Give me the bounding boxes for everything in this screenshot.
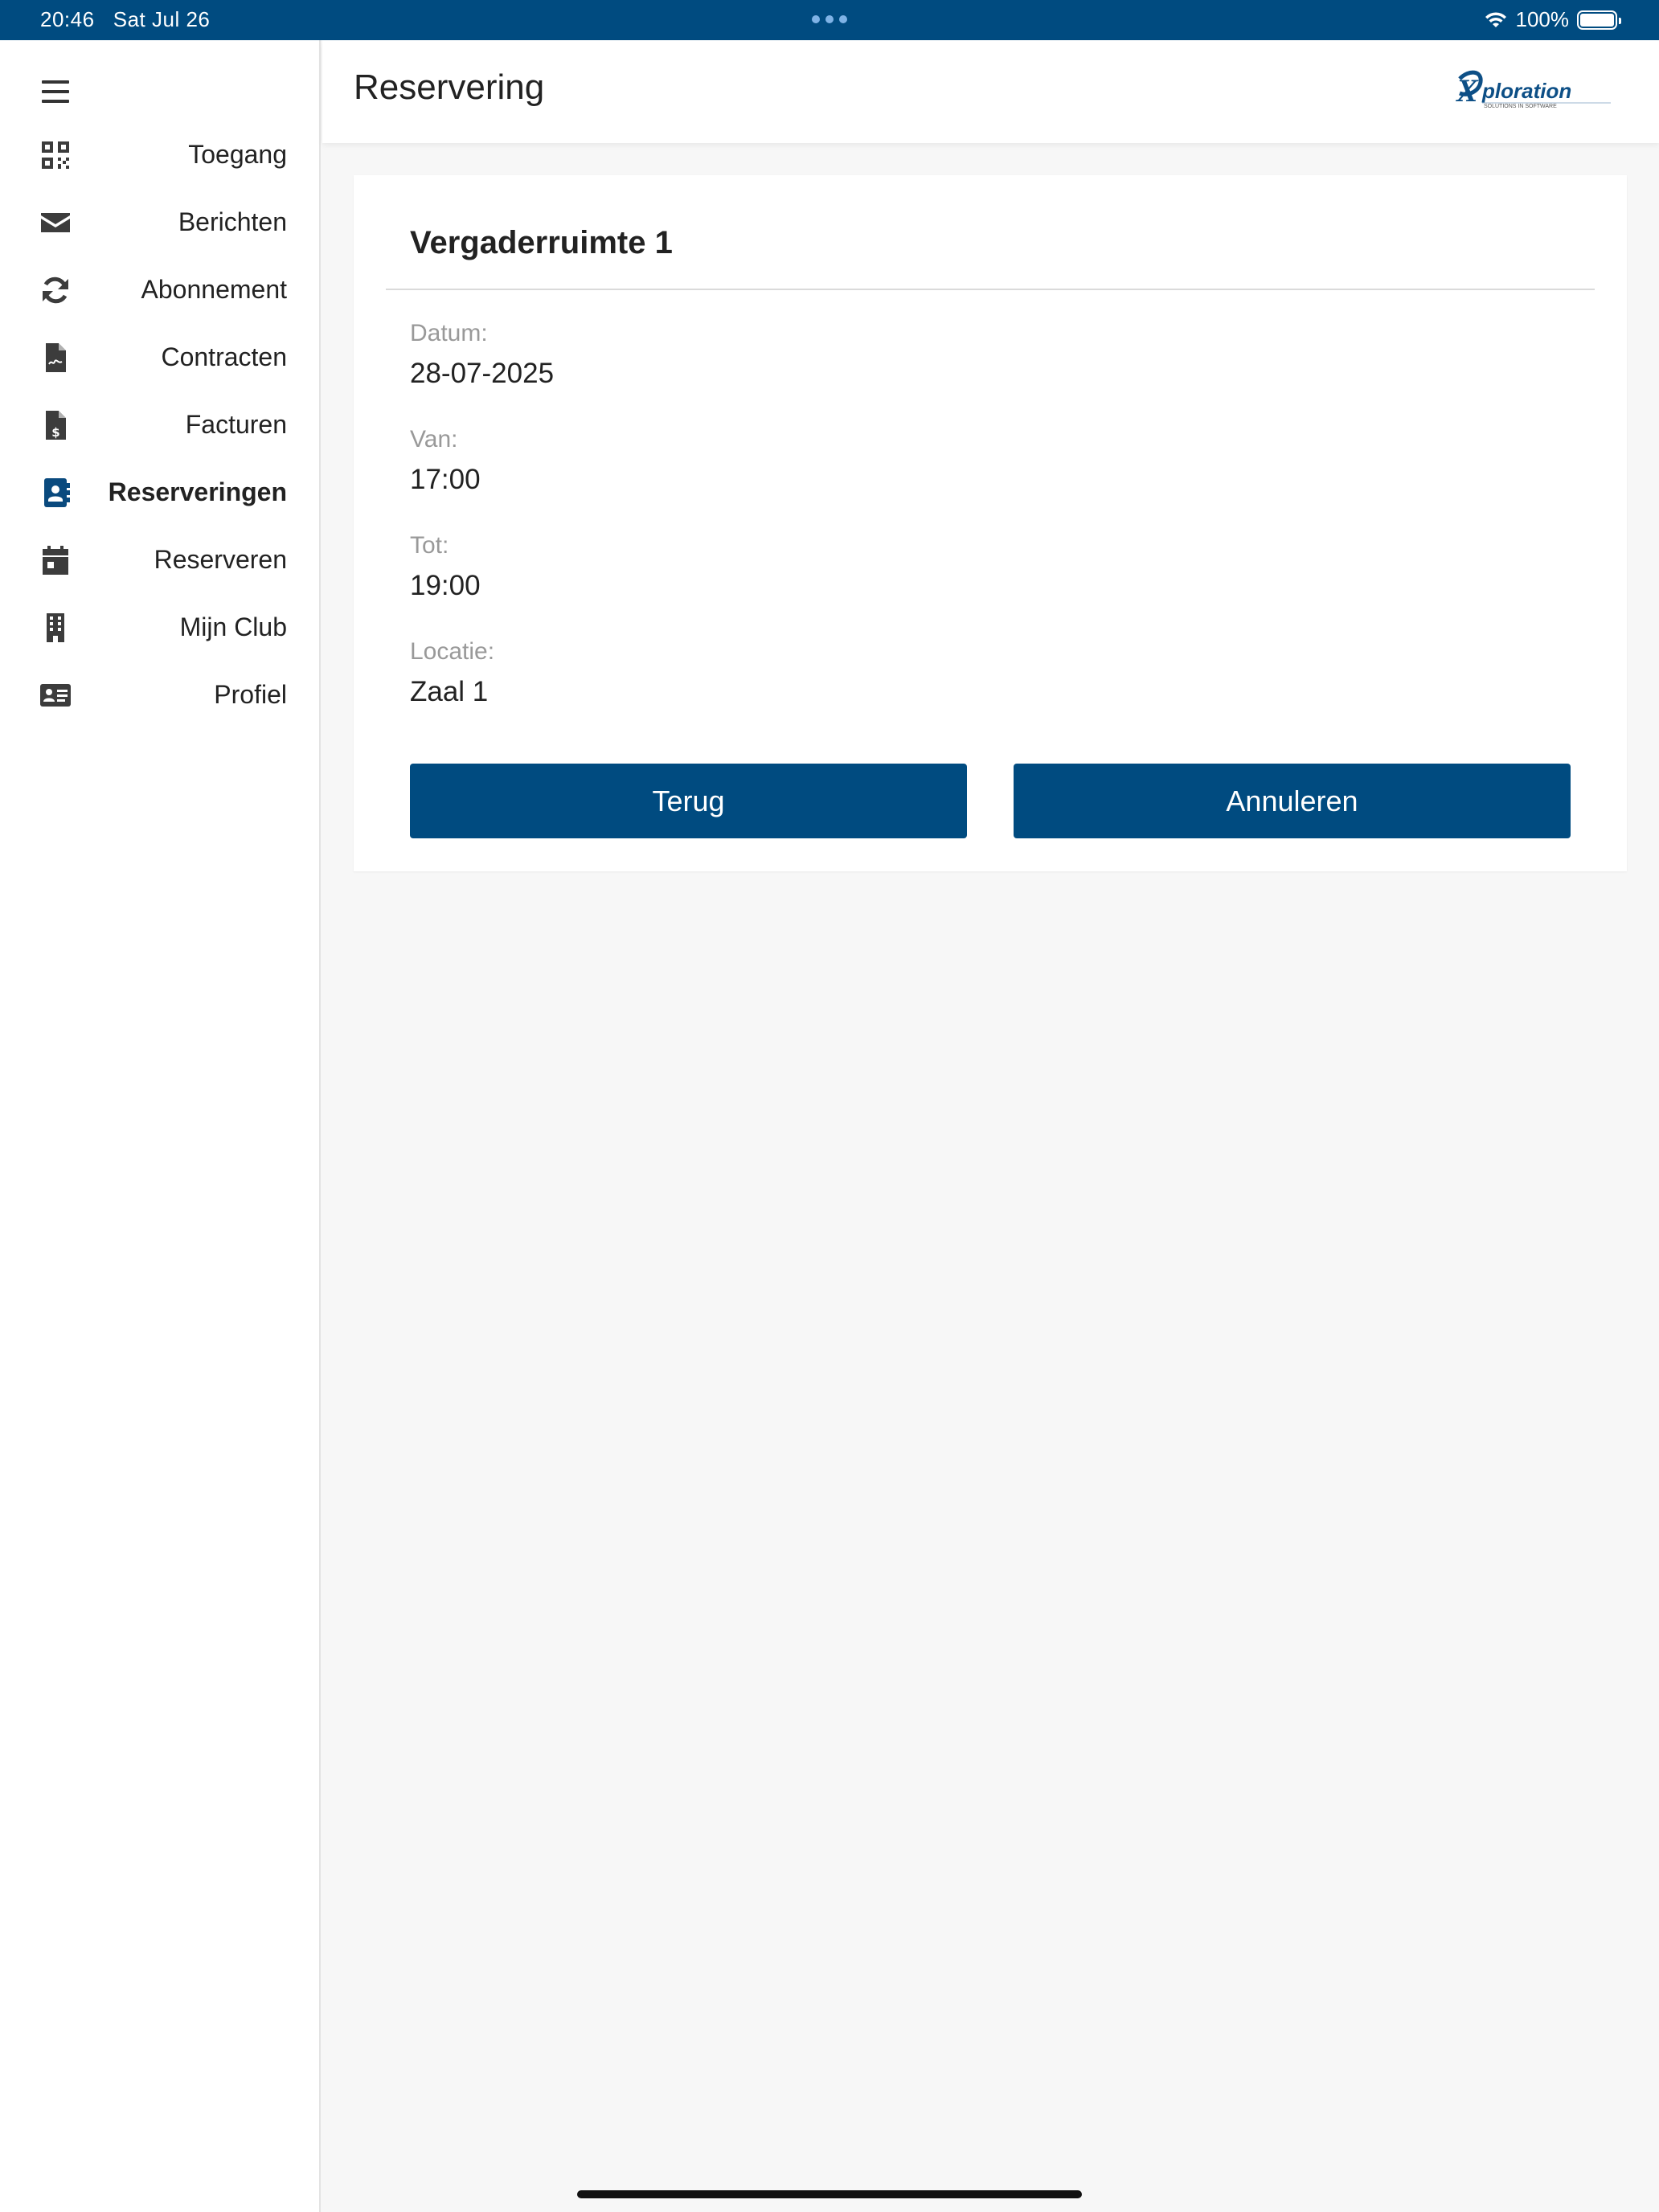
sidebar-item-label: Reserveringen — [108, 477, 287, 506]
location-value: Zaal 1 — [410, 676, 489, 707]
sidebar-item-berichten[interactable]: Berichten — [0, 188, 321, 256]
sidebar-item-label: Toegang — [188, 139, 287, 169]
sidebar-item-reserveringen[interactable]: Reserveringen — [0, 458, 321, 526]
location-label: Locatie: — [410, 638, 495, 665]
id-card-icon — [40, 680, 71, 711]
status-right: 100% — [1484, 7, 1621, 32]
qr-code-icon — [40, 140, 71, 170]
sidebar-item-mijn-club[interactable]: Mijn Club — [0, 593, 321, 661]
divider — [386, 289, 1595, 290]
date-value: 28-07-2025 — [410, 358, 555, 389]
refresh-icon — [40, 275, 71, 305]
sidebar-item-toegang[interactable]: Toegang — [0, 121, 321, 188]
invoice-file-icon: $ — [40, 410, 71, 440]
svg-text:$: $ — [51, 425, 59, 440]
home-indicator[interactable] — [577, 2190, 1082, 2198]
sidebar-item-label: Mijn Club — [179, 612, 287, 641]
envelope-icon — [40, 207, 71, 238]
sidebar-item-label: Facturen — [185, 409, 287, 439]
wifi-icon — [1485, 11, 1506, 27]
battery-icon — [1577, 10, 1621, 30]
sidebar: Toegang Berichten Abonnement Contracten … — [0, 40, 321, 2212]
logo-text: ploration — [1481, 79, 1571, 103]
sidebar-item-label: Profiel — [214, 679, 287, 709]
calendar-icon — [40, 545, 71, 576]
sidebar-item-label: Abonnement — [141, 274, 287, 304]
svg-text:X: X — [1455, 72, 1479, 109]
sidebar-item-profiel[interactable]: Profiel — [0, 661, 321, 728]
sidebar-item-label: Contracten — [161, 342, 287, 371]
sidebar-item-abonnement[interactable]: Abonnement — [0, 256, 321, 323]
building-icon — [40, 612, 71, 643]
status-time: 20:46 Sat Jul 26 — [40, 7, 211, 31]
date-label: Datum: — [410, 320, 488, 346]
reservation-title: Vergaderruimte 1 — [410, 225, 673, 260]
page-title: Reservering — [354, 68, 545, 107]
reservation-card: Vergaderruimte 1 Datum: 28-07-2025 Van: … — [354, 175, 1627, 871]
sidebar-item-reserveren[interactable]: Reserveren — [0, 526, 321, 593]
hamburger-icon[interactable] — [42, 80, 69, 103]
back-button[interactable]: Terug — [410, 764, 967, 838]
logo-tagline: SOLUTIONS IN SOFTWARE — [1484, 104, 1557, 109]
to-label: Tot: — [410, 532, 449, 559]
address-book-icon — [40, 477, 71, 508]
xploration-logo: X ploration SOLUTIONS IN SOFTWARE — [1453, 69, 1614, 117]
multitasking-dots[interactable] — [812, 15, 847, 23]
sidebar-item-label: Berichten — [178, 207, 287, 236]
sidebar-item-contracten[interactable]: Contracten — [0, 323, 321, 391]
from-label: Van: — [410, 426, 458, 453]
sidebar-item-facturen[interactable]: $ Facturen — [0, 391, 321, 458]
contract-file-icon — [40, 342, 71, 373]
battery-percent: 100% — [1515, 7, 1570, 31]
status-bar: 20:46 Sat Jul 26 100% — [0, 0, 1659, 40]
cancel-reservation-button[interactable]: Annuleren — [1014, 764, 1571, 838]
sidebar-item-label: Reserveren — [154, 544, 287, 574]
page-header: Reservering X ploration SOLUTIONS IN SOF… — [322, 40, 1659, 143]
to-value: 19:00 — [410, 570, 481, 601]
from-value: 17:00 — [410, 464, 481, 495]
sidebar-nav: Toegang Berichten Abonnement Contracten … — [0, 121, 321, 728]
